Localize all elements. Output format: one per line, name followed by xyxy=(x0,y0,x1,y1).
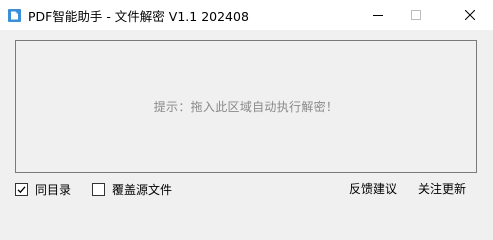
feedback-link[interactable]: 反馈建议 xyxy=(349,181,397,197)
maximize-icon xyxy=(411,10,421,20)
checkbox-unchecked-icon[interactable] xyxy=(92,182,105,196)
document-app-icon xyxy=(8,8,21,22)
checkbox-checked-icon[interactable] xyxy=(15,182,28,196)
same-directory-label: 同目录 xyxy=(35,182,72,197)
close-icon xyxy=(465,10,475,20)
drop-hint-text: 提示：拖入此区域自动执行解密！ xyxy=(153,100,339,114)
file-drop-area[interactable]: 提示：拖入此区域自动执行解密！ xyxy=(15,40,477,173)
minimize-icon xyxy=(373,15,383,16)
overwrite-source-label: 覆盖源文件 xyxy=(112,182,173,197)
overwrite-source-checkbox[interactable]: 覆盖源文件 xyxy=(92,181,172,197)
close-button[interactable] xyxy=(447,0,493,30)
follow-updates-link[interactable]: 关注更新 xyxy=(418,181,466,197)
maximize-button[interactable] xyxy=(393,0,439,30)
window-title: PDF智能助手 - 文件解密 V1.1 202408 xyxy=(28,8,249,24)
main-window: PDF智能助手 - 文件解密 V1.1 202408 提示：拖入此区域自动执行解… xyxy=(0,0,493,211)
title-bar[interactable]: PDF智能助手 - 文件解密 V1.1 202408 xyxy=(0,0,493,30)
same-directory-checkbox[interactable]: 同目录 xyxy=(15,181,71,197)
